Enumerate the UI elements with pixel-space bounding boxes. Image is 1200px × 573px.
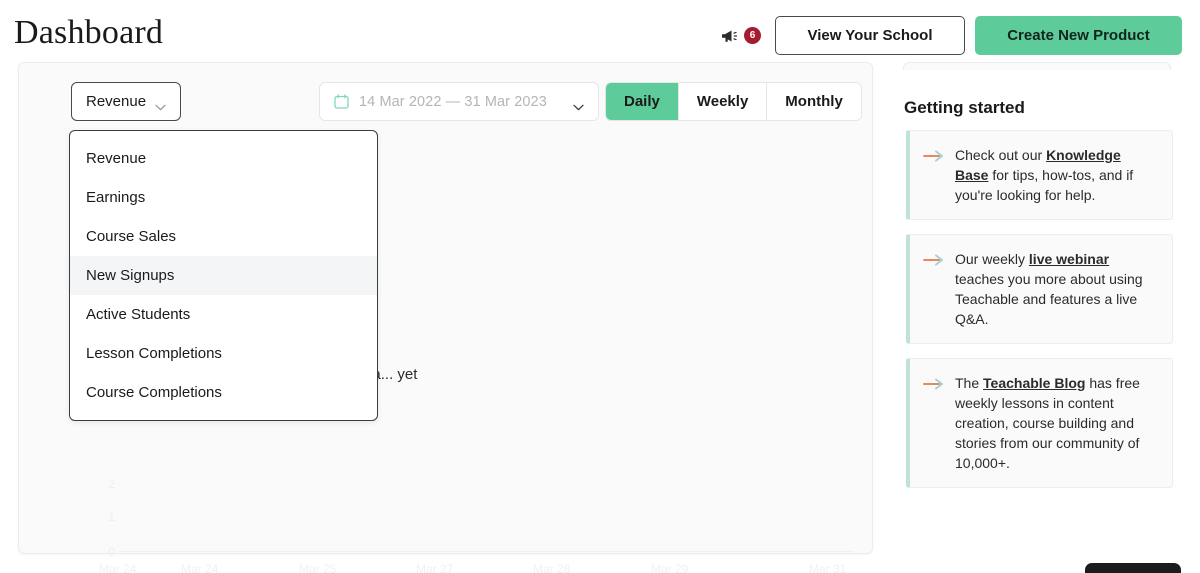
y-axis-tick: 2: [108, 477, 115, 491]
report-toolbar: Revenue: [71, 82, 182, 121]
tab-daily[interactable]: Daily: [606, 83, 679, 120]
announcements-button[interactable]: 6: [720, 26, 761, 46]
tips-list: Check out our Knowledge Base for tips, h…: [906, 130, 1173, 502]
tip-suffix: teaches you more about using Teachable a…: [955, 271, 1143, 327]
tip-link[interactable]: live webinar: [1029, 251, 1109, 267]
tip-prefix: The: [955, 375, 984, 391]
megaphone-icon: [720, 26, 740, 46]
chevron-down-icon: [573, 98, 584, 111]
tip-card-knowledge-base[interactable]: Check out our Knowledge Base for tips, h…: [906, 130, 1173, 220]
dashboard-page: Dashboard 6 View Your School Create New …: [0, 0, 1200, 573]
dropdown-option-course-completions[interactable]: Course Completions: [70, 373, 377, 412]
date-range-value: 14 Mar 2022 — 31 Mar 2023: [359, 93, 547, 110]
x-axis-tick: Mar 24: [99, 562, 137, 573]
sidebar-card-top-edge: [903, 62, 1171, 70]
chart-baseline: [119, 551, 854, 552]
y-axis-tick: 0: [108, 545, 115, 559]
page-title: Dashboard: [14, 14, 164, 51]
calendar-icon: [334, 94, 349, 109]
chevron-down-icon: [155, 98, 166, 111]
tip-prefix: Our weekly: [955, 251, 1029, 267]
granularity-tabs: Daily Weekly Monthly: [605, 82, 862, 121]
chart-plot-area: 2 1 0 Mar 24 Mar 24 Mar 25 Mar 27 Mar 28…: [19, 443, 874, 573]
chat-widget-handle[interactable]: [1085, 563, 1181, 573]
tip-text: Check out our Knowledge Base for tips, h…: [955, 145, 1158, 205]
x-axis-tick: Mar 29: [651, 562, 689, 573]
dropdown-option-new-signups[interactable]: New Signups: [70, 256, 377, 295]
tip-card-live-webinar[interactable]: Our weekly live webinar teaches you more…: [906, 234, 1173, 344]
arrow-right-icon: [923, 377, 945, 391]
date-range-picker[interactable]: 14 Mar 2022 — 31 Mar 2023: [319, 82, 599, 121]
dropdown-option-lesson-completions[interactable]: Lesson Completions: [70, 334, 377, 373]
tip-card-teachable-blog[interactable]: The Teachable Blog has free weekly lesso…: [906, 358, 1173, 488]
x-axis-tick: Mar 27: [416, 562, 454, 573]
x-axis-tick: Mar 24: [181, 562, 219, 573]
tip-prefix: Check out our: [955, 147, 1047, 163]
metric-select-button[interactable]: Revenue: [71, 82, 182, 121]
tip-text: The Teachable Blog has free weekly lesso…: [955, 373, 1158, 473]
metric-dropdown-menu: Revenue Earnings Course Sales New Signup…: [69, 130, 378, 421]
chart-x-axis: Mar 24 Mar 24 Mar 25 Mar 27 Mar 28 Mar 2…: [89, 563, 874, 573]
tip-link[interactable]: Teachable Blog: [983, 375, 1085, 391]
x-axis-tick: Mar 31: [809, 562, 847, 573]
dropdown-option-active-students[interactable]: Active Students: [70, 295, 377, 334]
x-axis-tick: Mar 28: [533, 562, 571, 573]
getting-started-sidebar: Getting started Check out our Knowledge …: [903, 0, 1183, 573]
tab-weekly[interactable]: Weekly: [678, 83, 768, 120]
dropdown-option-course-sales[interactable]: Course Sales: [70, 217, 377, 256]
arrow-right-icon: [923, 253, 945, 267]
x-axis-tick: Mar 25: [299, 562, 337, 573]
tip-text: Our weekly live webinar teaches you more…: [955, 249, 1158, 329]
metric-select-value: Revenue: [86, 93, 147, 110]
sidebar-title: Getting started: [904, 98, 1025, 117]
arrow-right-icon: [923, 149, 945, 163]
tab-monthly[interactable]: Monthly: [767, 83, 861, 120]
dropdown-option-earnings[interactable]: Earnings: [70, 178, 377, 217]
announcements-badge: 6: [744, 27, 761, 44]
chart-y-axis: 2 1 0: [95, 443, 115, 558]
y-axis-tick: 1: [108, 510, 115, 524]
dropdown-option-revenue[interactable]: Revenue: [70, 139, 377, 178]
